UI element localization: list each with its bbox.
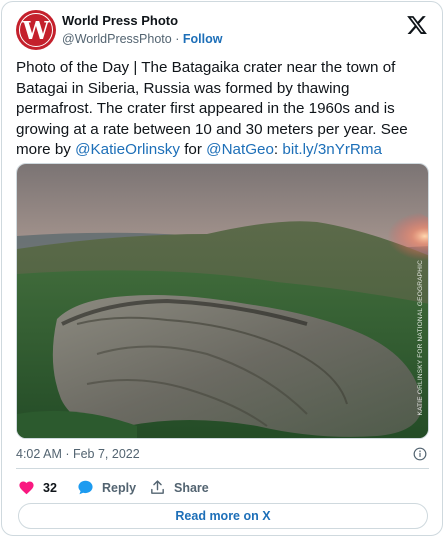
tweet-text-for: for: [179, 141, 207, 158]
mention-natgeo[interactable]: @NatGeo: [206, 141, 274, 158]
separator: ·: [175, 32, 180, 46]
share-label: Share: [174, 480, 209, 495]
account-name[interactable]: World Press Photo: [62, 13, 178, 28]
share-icon: [151, 480, 164, 494]
reply-button[interactable]: Reply: [77, 479, 136, 496]
read-more-button[interactable]: Read more on X: [18, 503, 428, 529]
tweet-link[interactable]: bit.ly/3nYrRma: [282, 141, 382, 158]
tweet-header: W World Press Photo @WorldPressPhoto · F…: [16, 10, 428, 50]
crater-photo-image: [17, 164, 428, 438]
like-count: 32: [43, 480, 57, 495]
handle-row: @WorldPressPhoto · Follow: [62, 32, 222, 46]
avatar[interactable]: W: [16, 10, 56, 50]
tweet-photo[interactable]: KATIE ORLINSKY FOR NATIONAL GEOGRAPHIC: [16, 163, 429, 439]
x-logo-icon[interactable]: [406, 14, 428, 36]
meta-row: 4:02 AM · Feb 7, 2022: [16, 447, 429, 463]
tweet-timestamp[interactable]: 4:02 AM · Feb 7, 2022: [16, 447, 140, 461]
reply-bubble-icon: [78, 480, 93, 495]
tweet-text: Photo of the Day | The Batagaika crater …: [16, 58, 428, 161]
info-icon[interactable]: [413, 447, 427, 461]
reply-label: Reply: [102, 480, 137, 495]
tweet-card: W World Press Photo @WorldPressPhoto · F…: [1, 1, 443, 536]
share-button[interactable]: Share: [149, 479, 209, 496]
account-handle[interactable]: @WorldPressPhoto: [62, 32, 172, 46]
photo-credit: KATIE ORLINSKY FOR NATIONAL GEOGRAPHIC: [417, 260, 424, 416]
mention-katieorlinsky[interactable]: @KatieOrlinsky: [75, 141, 180, 158]
heart-icon: [19, 481, 34, 495]
avatar-letter: W: [19, 13, 53, 47]
follow-button[interactable]: Follow: [183, 32, 223, 46]
like-button[interactable]: 32: [18, 479, 57, 496]
divider: [16, 468, 429, 469]
